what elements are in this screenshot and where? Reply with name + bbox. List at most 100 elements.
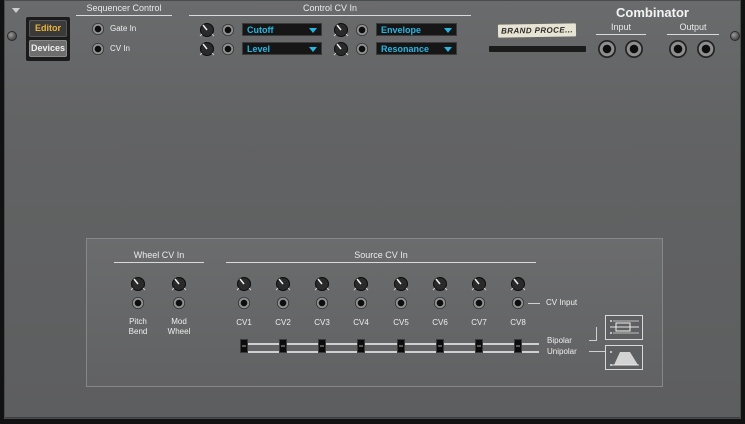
device-title: Combinator [616,5,689,20]
cv-in-label: CV In [110,44,131,53]
sequencer-control-title: Sequencer Control [86,3,162,13]
cv-routing-panel: Wheel CV In Pitch Bend Mod Wheel Source … [86,238,663,387]
gate-in-label: Gate In [110,24,137,33]
level-target-label: Level [247,44,271,54]
cv4-knob[interactable] [353,276,369,292]
audio-input-right-jack[interactable] [625,40,643,58]
output-title: Output [679,22,707,32]
input-title: Input [610,22,632,32]
source-cv-in-title: Source CV In [354,250,408,260]
cv8-label: CV8 [510,318,526,327]
cv5-polarity-switch[interactable] [397,339,405,353]
audio-output-left-jack[interactable] [669,40,687,58]
cutoff-target-label: Cutoff [247,25,274,35]
cv-input-pointer [528,303,540,304]
bipolar-diagram [605,315,643,340]
wheel-cv-in-title: Wheel CV In [133,250,185,260]
cv2-polarity-switch[interactable] [279,339,287,353]
control-cv-in-title: Control CV In [302,3,358,13]
sequencer-control-rule [76,15,172,16]
bipolar-waveform-icon [610,320,639,334]
cv5-label: CV5 [393,318,409,327]
cv7-jack[interactable] [473,297,485,309]
cv5-knob[interactable] [393,276,409,292]
envelope-cv-trim-knob[interactable] [333,22,349,38]
cv7-polarity-switch[interactable] [475,339,483,353]
source-cv-in-rule [226,262,536,263]
cv1-polarity-switch[interactable] [240,339,248,353]
bipolar-rail [243,343,539,345]
unipolar-waveform-icon [610,351,639,366]
cv3-knob[interactable] [314,276,330,292]
envelope-target-dropdown[interactable]: Envelope [376,23,457,36]
cv4-jack[interactable] [355,297,367,309]
cv1-jack[interactable] [238,297,250,309]
bipolar-connector-vertical [596,327,597,341]
fold-triangle-icon[interactable] [12,8,20,13]
mod-wheel-label: Mod Wheel [167,317,191,336]
resonance-target-label: Resonance [381,44,430,54]
cv3-polarity-switch[interactable] [318,339,326,353]
audio-output-right-jack[interactable] [697,40,715,58]
cv6-knob[interactable] [432,276,448,292]
cutoff-cv-trim-knob[interactable] [199,22,215,38]
pitch-bend-label: Pitch Bend [128,317,148,336]
output-rule [667,34,719,35]
cv4-label: CV4 [353,318,369,327]
screw-icon [730,31,740,41]
rack-background: Editor Devices Sequencer Control Gate In… [0,0,745,424]
cv2-jack[interactable] [277,297,289,309]
input-rule [596,34,646,35]
tab-devices[interactable]: Devices [29,40,67,57]
control-cv-in-rule [189,15,471,16]
envelope-cv-jack[interactable] [356,24,368,36]
cv8-jack[interactable] [512,297,524,309]
level-cv-trim-knob[interactable] [199,41,215,57]
pitch-bend-jack[interactable] [132,297,144,309]
bipolar-label: Bipolar [547,336,572,345]
combinator-back-panel: Editor Devices Sequencer Control Gate In… [4,0,741,419]
screw-icon [7,31,17,41]
chevron-down-icon [444,47,452,52]
cv7-knob[interactable] [471,276,487,292]
level-cv-jack[interactable] [222,43,234,55]
chevron-down-icon [309,28,317,33]
cv3-label: CV3 [314,318,330,327]
unipolar-connector [589,351,605,352]
cv-in-jack[interactable] [92,43,104,55]
cv3-jack[interactable] [316,297,328,309]
unipolar-rail [243,351,539,353]
cv1-knob[interactable] [236,276,252,292]
cv6-jack[interactable] [434,297,446,309]
cv6-label: CV6 [432,318,448,327]
cv6-polarity-switch[interactable] [436,339,444,353]
unipolar-diagram [605,345,643,370]
gate-in-jack[interactable] [92,23,104,35]
resonance-cv-trim-knob[interactable] [333,41,349,57]
mod-wheel-knob[interactable] [171,276,187,292]
resonance-cv-jack[interactable] [356,43,368,55]
chevron-down-icon [309,47,317,52]
cv2-knob[interactable] [275,276,291,292]
cv4-polarity-switch[interactable] [357,339,365,353]
cv5-jack[interactable] [395,297,407,309]
unipolar-label: Unipolar [547,347,577,356]
wheel-cv-in-rule [114,262,204,263]
cv8-polarity-switch[interactable] [514,339,522,353]
mod-wheel-jack[interactable] [173,297,185,309]
brand-tape-label: BRAND PROCE... [497,23,577,38]
cv-input-label: CV Input [546,298,578,307]
envelope-target-label: Envelope [381,25,422,35]
view-tabs: Editor Devices [26,17,70,61]
cutoff-target-dropdown[interactable]: Cutoff [242,23,322,36]
pitch-bend-knob[interactable] [130,276,146,292]
resonance-target-dropdown[interactable]: Resonance [376,42,457,55]
cv1-label: CV1 [236,318,252,327]
audio-input-left-jack[interactable] [598,40,616,58]
cv7-label: CV7 [471,318,487,327]
cv8-knob[interactable] [510,276,526,292]
cutoff-cv-jack[interactable] [222,24,234,36]
device-slot [489,46,586,52]
level-target-dropdown[interactable]: Level [242,42,322,55]
tab-editor[interactable]: Editor [29,20,67,37]
